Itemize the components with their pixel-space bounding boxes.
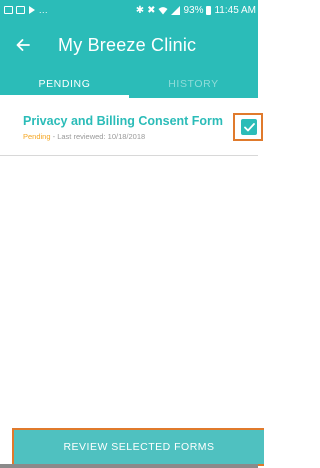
cast-icon <box>16 6 25 14</box>
battery-percent: 93% <box>183 4 204 16</box>
mute-icon: ✖ <box>147 4 156 16</box>
form-title: Privacy and Billing Consent Form <box>23 114 224 128</box>
notification-dots: ... <box>39 5 49 15</box>
image-icon <box>4 6 13 14</box>
form-last-reviewed: Last reviewed: 10/18/2018 <box>57 132 146 141</box>
status-bar-right: ✱ ✖ 93% 11:45 AM <box>136 5 256 16</box>
app-bar: My Breeze Clinic <box>0 20 258 70</box>
battery-icon <box>206 5 212 15</box>
form-status: Pending <box>23 132 51 141</box>
form-checkbox[interactable] <box>241 119 257 135</box>
tab-history-label: HISTORY <box>168 78 219 90</box>
review-button-label: REVIEW SELECTED FORMS <box>63 441 215 453</box>
tab-bar: PENDING HISTORY <box>0 70 258 98</box>
bluetooth-icon: ✱ <box>135 4 145 16</box>
signal-icon <box>171 5 181 15</box>
bottom-strip <box>0 464 258 468</box>
form-meta: Pending - Last reviewed: 10/18/2018 <box>23 132 145 141</box>
tab-pending[interactable]: PENDING <box>0 70 129 98</box>
arrow-back-icon[interactable] <box>0 20 46 70</box>
status-bar-left: ... <box>4 5 136 15</box>
review-selected-forms-button[interactable]: REVIEW SELECTED FORMS <box>14 430 264 464</box>
tab-history[interactable]: HISTORY <box>129 70 258 98</box>
wifi-icon <box>158 6 168 14</box>
clock: 11:45 AM <box>214 4 256 16</box>
play-icon <box>29 6 35 14</box>
check-icon <box>243 122 255 131</box>
page-title: My Breeze Clinic <box>58 34 197 55</box>
form-list-item[interactable]: Privacy and Billing Consent Form Pending… <box>0 98 258 156</box>
tab-pending-label: PENDING <box>38 78 91 90</box>
status-bar: ... ✱ ✖ 93% 11:45 AM <box>0 0 258 20</box>
